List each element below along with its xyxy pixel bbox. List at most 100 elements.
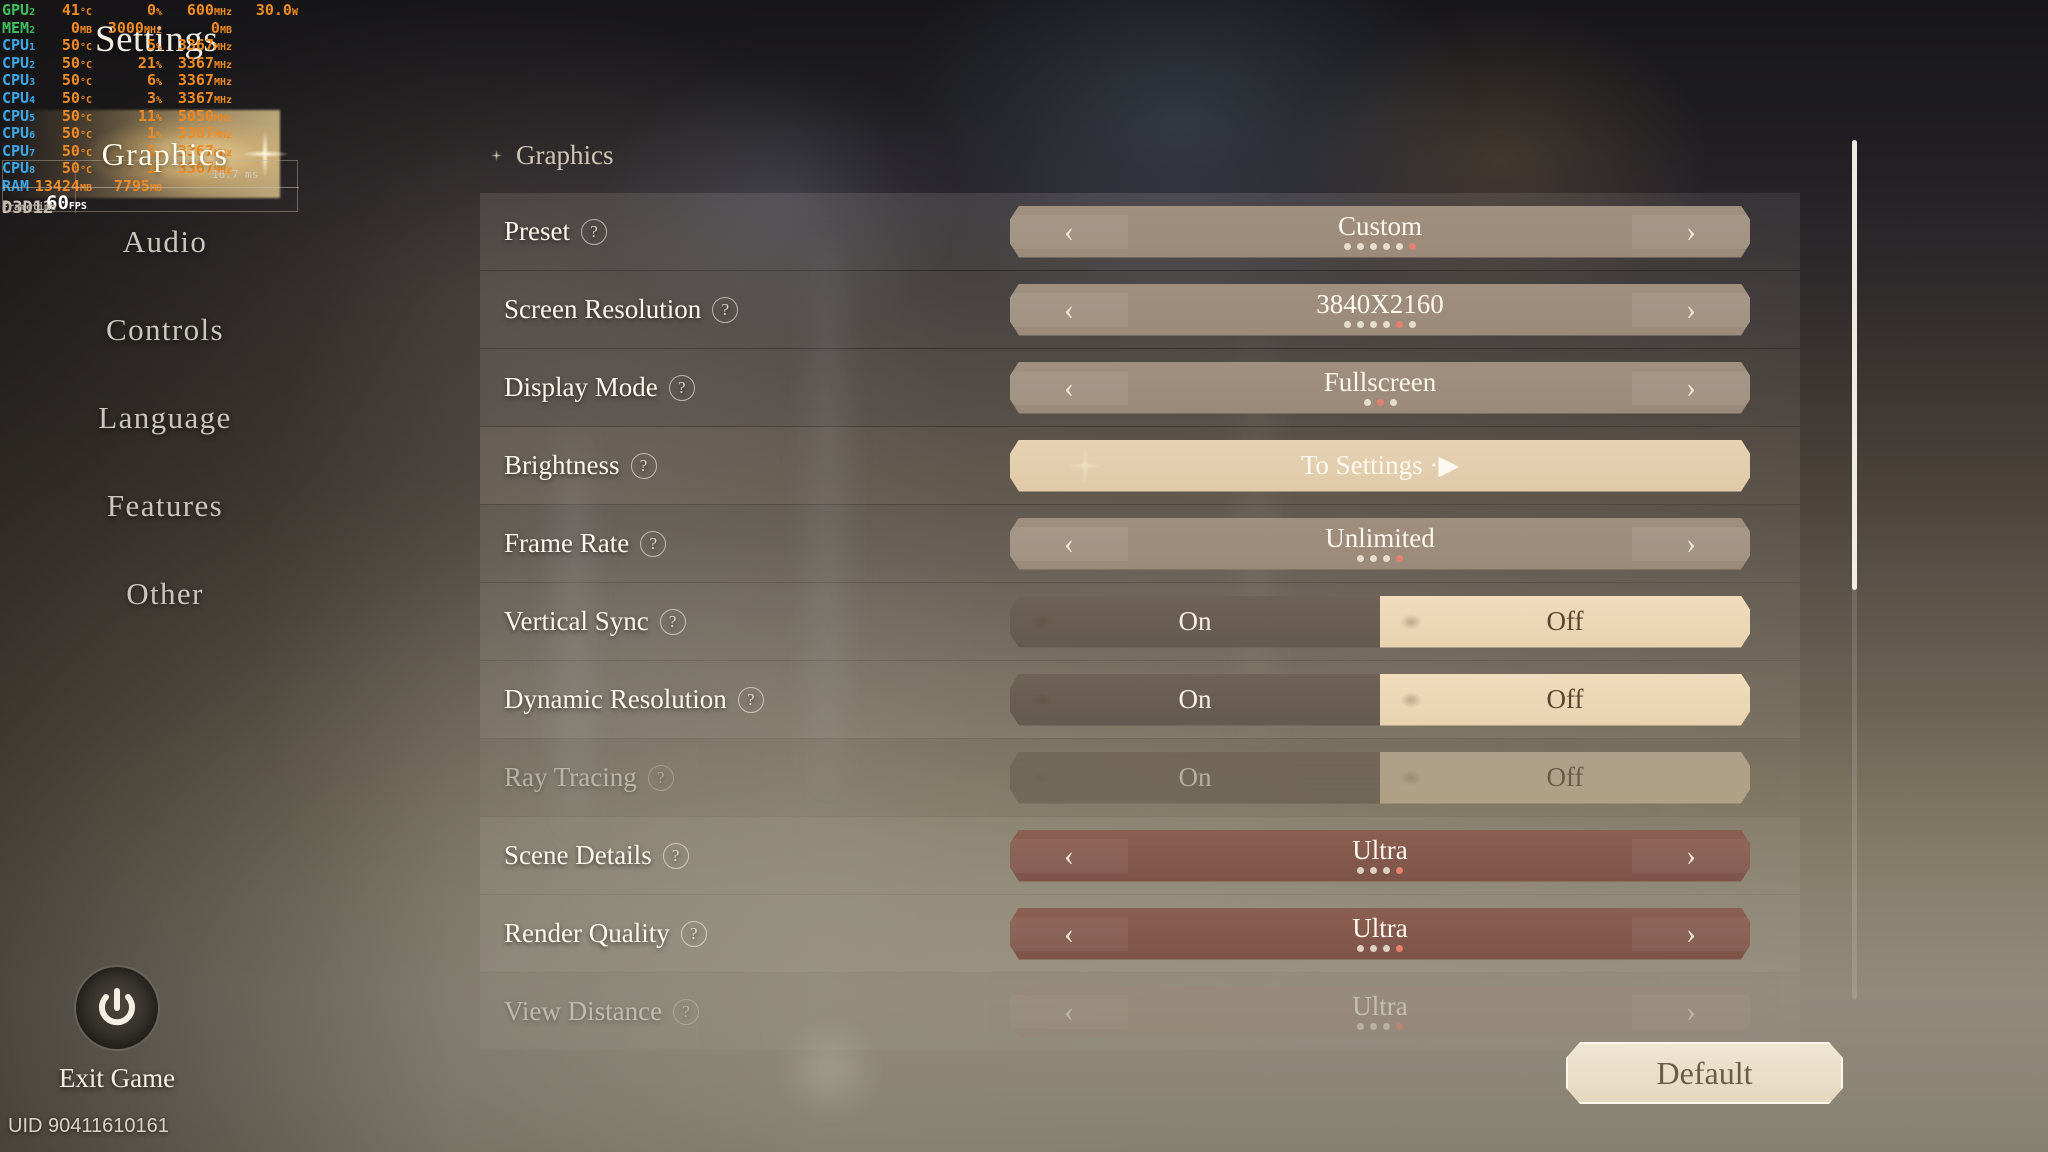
- setting-label-group: Brightness?: [480, 450, 1010, 481]
- toggle-option-label: Off: [1546, 684, 1584, 714]
- stepper-dot-active: [1409, 243, 1416, 250]
- stepper-next-button[interactable]: ›: [1632, 371, 1750, 405]
- osd-row: CPU3 50°C 6% 3367MHz: [2, 72, 302, 90]
- help-icon[interactable]: ?: [630, 452, 657, 479]
- stepper-dot: [1344, 243, 1351, 250]
- toggle-option-on[interactable]: On: [1010, 752, 1380, 804]
- stepper-next-button[interactable]: ›: [1632, 917, 1750, 951]
- setting-row[interactable]: Dynamic Resolution? On Off: [480, 661, 1800, 738]
- stepper-prev-button[interactable]: ‹: [1010, 995, 1128, 1029]
- setting-row[interactable]: Brightness? To Settings ·▶: [480, 427, 1800, 504]
- stepper-dots: [1357, 1023, 1403, 1030]
- stepper-value-group: Fullscreen: [1128, 369, 1632, 406]
- help-icon[interactable]: ?: [580, 218, 607, 245]
- osd-unit: MHz: [143, 24, 162, 36]
- stepper-next-button[interactable]: ›: [1632, 839, 1750, 873]
- setting-label: Render Quality: [504, 918, 670, 948]
- scrollbar-track[interactable]: [1852, 140, 1857, 1000]
- help-icon[interactable]: ?: [680, 920, 707, 947]
- setting-row[interactable]: Frame Rate? ‹ Unlimited ›: [480, 505, 1800, 582]
- setting-label: Brightness: [504, 450, 620, 480]
- stepper-prev-button[interactable]: ‹: [1010, 215, 1128, 249]
- sidebar-item-controls[interactable]: Controls: [0, 286, 330, 374]
- stepper-next-button[interactable]: ›: [1632, 995, 1750, 1029]
- stepper-dot: [1383, 945, 1390, 952]
- stepper-control: ‹ Ultra ›: [1010, 908, 1750, 960]
- osd-unit: W: [291, 7, 298, 18]
- setting-label: Dynamic Resolution: [504, 684, 727, 714]
- setting-row[interactable]: Render Quality? ‹ Ultra ›: [480, 895, 1800, 972]
- stepper-prev-button[interactable]: ‹: [1010, 527, 1128, 561]
- sidebar-item-features[interactable]: Features: [0, 462, 330, 550]
- setting-row[interactable]: Display Mode? ‹ Fullscreen ›: [480, 349, 1800, 426]
- setting-row[interactable]: Screen Resolution? ‹ 3840X2160 ›: [480, 271, 1800, 348]
- stepper-dot: [1370, 1023, 1377, 1030]
- setting-label: Vertical Sync: [504, 606, 649, 636]
- stepper-value-group: Unlimited: [1128, 525, 1632, 562]
- toggle-option-off[interactable]: Off: [1380, 752, 1750, 804]
- stepper-control: ‹ Fullscreen ›: [1010, 362, 1750, 414]
- help-icon[interactable]: ?: [712, 296, 739, 323]
- stepper-dots: [1357, 867, 1403, 874]
- stepper-dot: [1344, 321, 1351, 328]
- osd-unit: °C: [79, 77, 92, 89]
- stepper-pill: ‹ Unlimited ›: [1010, 518, 1750, 570]
- toggle-option-on[interactable]: On: [1010, 674, 1380, 726]
- setting-row[interactable]: View Distance? ‹ Ultra ›: [480, 973, 1800, 1050]
- exit-game-block[interactable]: Exit Game: [32, 965, 202, 1094]
- stepper-control: ‹ Custom ›: [1010, 206, 1750, 258]
- stepper-dot-active: [1396, 1023, 1403, 1030]
- osd-unit: °C: [79, 112, 92, 124]
- toggle-option-off[interactable]: Off: [1380, 674, 1750, 726]
- leaf-icon: [1026, 767, 1056, 789]
- osd-unit: MHz: [213, 7, 232, 18]
- stepper-control: ‹ Ultra ›: [1010, 986, 1750, 1038]
- help-icon[interactable]: ?: [673, 998, 700, 1025]
- setting-row[interactable]: Vertical Sync? On Off: [480, 583, 1800, 660]
- stepper-pill: ‹ Fullscreen ›: [1010, 362, 1750, 414]
- osd-unit: MHz: [213, 112, 232, 124]
- setting-row[interactable]: Ray Tracing? On Off: [480, 739, 1800, 816]
- leaf-icon: [1396, 689, 1426, 711]
- help-icon[interactable]: ?: [659, 608, 686, 635]
- help-icon[interactable]: ?: [668, 374, 695, 401]
- setting-row[interactable]: Scene Details? ‹ Ultra ›: [480, 817, 1800, 894]
- setting-value: Unlimited: [1325, 523, 1435, 553]
- osd-unit: %: [155, 42, 162, 54]
- stepper-prev-button[interactable]: ‹: [1010, 839, 1128, 873]
- stepper-pill: ‹ Ultra ›: [1010, 830, 1750, 882]
- help-icon[interactable]: ?: [737, 686, 764, 713]
- scrollbar-thumb[interactable]: [1852, 140, 1857, 590]
- stepper-prev-button[interactable]: ‹: [1010, 293, 1128, 327]
- setting-label-group: View Distance?: [480, 996, 1010, 1027]
- stepper-dot: [1357, 321, 1364, 328]
- default-button[interactable]: Default: [1566, 1042, 1843, 1104]
- to-settings-button[interactable]: To Settings ·▶: [1010, 440, 1750, 492]
- sidebar-item-language[interactable]: Language: [0, 374, 330, 462]
- stepper-pill: ‹ Ultra ›: [1010, 986, 1750, 1038]
- stepper-dot-active: [1396, 555, 1403, 562]
- stepper-pill: ‹ 3840X2160 ›: [1010, 284, 1750, 336]
- sparkle-icon: [1058, 439, 1112, 493]
- help-icon[interactable]: ?: [640, 530, 667, 557]
- section-title: Graphics: [516, 140, 614, 170]
- help-icon[interactable]: ?: [647, 764, 674, 791]
- leaf-icon: [1396, 611, 1426, 633]
- stepper-next-button[interactable]: ›: [1632, 527, 1750, 561]
- stepper-next-button[interactable]: ›: [1632, 215, 1750, 249]
- sidebar-item-label: Language: [98, 400, 232, 435]
- sidebar-item-other[interactable]: Other: [0, 550, 330, 638]
- stepper-prev-button[interactable]: ‹: [1010, 371, 1128, 405]
- stepper-dot-active: [1396, 867, 1403, 874]
- stepper-value-group: Ultra: [1128, 993, 1632, 1030]
- stepper-prev-button[interactable]: ‹: [1010, 917, 1128, 951]
- power-icon[interactable]: [74, 965, 160, 1051]
- osd-unit: %: [155, 59, 162, 71]
- osd-unit: °C: [79, 94, 92, 106]
- toggle-option-off[interactable]: Off: [1380, 596, 1750, 648]
- help-icon[interactable]: ?: [662, 842, 689, 869]
- setting-row[interactable]: Preset? ‹ Custom ›: [480, 193, 1800, 270]
- toggle-option-label: Off: [1546, 606, 1584, 636]
- stepper-next-button[interactable]: ›: [1632, 293, 1750, 327]
- toggle-option-on[interactable]: On: [1010, 596, 1380, 648]
